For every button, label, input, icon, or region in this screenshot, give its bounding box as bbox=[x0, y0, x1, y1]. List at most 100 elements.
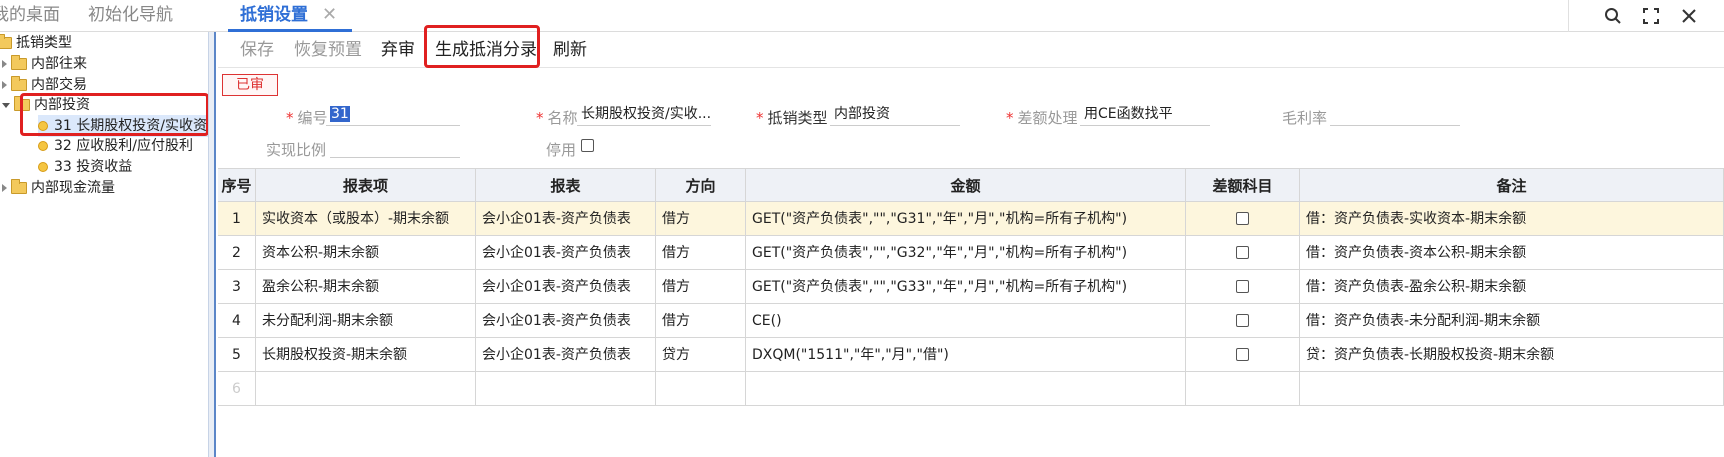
cell-direction[interactable] bbox=[656, 372, 746, 406]
table-row[interactable]: 3 盈余公积-期末余额 会小企01表-资产负债表 借方 GET("资产负债表","","… bbox=[218, 270, 1724, 304]
gross-margin-field[interactable] bbox=[1330, 104, 1460, 126]
expand-icon[interactable] bbox=[2, 81, 7, 89]
cell-report[interactable]: 会小企01表-资产负债表 bbox=[476, 338, 656, 372]
folder-open-icon bbox=[14, 96, 30, 111]
cell-note[interactable]: 借：资产负债表-实收资本-期末余额 bbox=[1300, 202, 1724, 236]
cell-item[interactable]: 盈余公积-期末余额 bbox=[256, 270, 476, 304]
diff-handling-field[interactable]: 用CE函数找平 bbox=[1080, 104, 1210, 126]
tab-close-icon[interactable]: ✕ bbox=[322, 0, 337, 32]
cell-report[interactable]: 会小企01表-资产负债表 bbox=[476, 270, 656, 304]
cell-direction[interactable]: 借方 bbox=[656, 304, 746, 338]
tree-root-label: 抵销类型 bbox=[16, 35, 72, 51]
cell-diff-account[interactable] bbox=[1186, 304, 1300, 338]
search-icon[interactable] bbox=[1598, 2, 1628, 30]
save-button[interactable]: 保存 bbox=[240, 32, 274, 68]
cell-amount[interactable]: GET("资产负债表","","G33","年","月","机构=所有子机构") bbox=[746, 270, 1186, 304]
cell-amount[interactable]: GET("资产负债表","","G31","年","月","机构=所有子机构") bbox=[746, 202, 1186, 236]
cell-report[interactable]: 会小企01表-资产负债表 bbox=[476, 304, 656, 338]
close-icon[interactable] bbox=[1674, 2, 1704, 30]
cell-report[interactable]: 会小企01表-资产负债表 bbox=[476, 236, 656, 270]
tree-item-label: 33 投资收益 bbox=[54, 159, 133, 175]
cell-no[interactable]: 1 bbox=[218, 202, 256, 236]
table-row[interactable]: 2 资本公积-期末余额 会小企01表-资产负债表 借方 GET("资产负债表","","… bbox=[218, 236, 1724, 270]
table-row[interactable]: 4 未分配利润-期末余额 会小企01表-资产负债表 借方 CE() 借：资产负债表-未分配… bbox=[218, 304, 1724, 338]
tree-root[interactable]: 抵销类型 bbox=[0, 32, 72, 54]
tab-offset-settings[interactable]: 抵销设置 bbox=[240, 0, 308, 32]
tree-item-internal-cashflow[interactable]: 内部现金流量 bbox=[2, 177, 115, 199]
table-row[interactable]: 1 实收资本（或股本）-期末余额 会小企01表-资产负债表 借方 GET("资产负债表"… bbox=[218, 202, 1724, 236]
diff-account-checkbox[interactable] bbox=[1236, 348, 1249, 361]
cell-item[interactable] bbox=[256, 372, 476, 406]
divider bbox=[1568, 0, 1569, 32]
restore-preset-button[interactable]: 恢复预置 bbox=[294, 32, 362, 68]
cell-no[interactable]: 6 bbox=[218, 372, 256, 406]
tab-my-desktop[interactable]: 我的桌面 bbox=[0, 0, 60, 32]
tree-item-internal-trade[interactable]: 内部交易 bbox=[2, 74, 87, 96]
cell-no[interactable]: 5 bbox=[218, 338, 256, 372]
cell-amount[interactable]: CE() bbox=[746, 304, 1186, 338]
cell-item[interactable]: 实收资本（或股本）-期末余额 bbox=[256, 202, 476, 236]
cell-amount[interactable]: DXQM("1511","年","月","借") bbox=[746, 338, 1186, 372]
table-row[interactable]: 5 长期股权投资-期末余额 会小企01表-资产负债表 贷方 DXQM("1511","年… bbox=[218, 338, 1724, 372]
cell-note[interactable]: 贷：资产负债表-长期股权投资-期末余额 bbox=[1300, 338, 1724, 372]
cell-diff-account[interactable] bbox=[1186, 236, 1300, 270]
disable-checkbox[interactable] bbox=[581, 139, 594, 152]
col-header-direction: 方向 bbox=[656, 168, 746, 202]
leaf-icon bbox=[38, 162, 48, 172]
cell-report[interactable] bbox=[476, 372, 656, 406]
diff-account-checkbox[interactable] bbox=[1236, 314, 1249, 327]
cell-note[interactable]: 借：资产负债表-盈余公积-期末余额 bbox=[1300, 270, 1724, 304]
code-field[interactable]: 31 bbox=[326, 104, 460, 126]
tree-item-31[interactable]: 31 长期股权投资/实收资 bbox=[38, 115, 211, 137]
cell-no[interactable]: 2 bbox=[218, 236, 256, 270]
tree-item-label: 31 长期股权投资/实收资 bbox=[54, 118, 207, 134]
cell-diff-account[interactable] bbox=[1186, 202, 1300, 236]
cell-diff-account[interactable] bbox=[1186, 338, 1300, 372]
expand-icon[interactable] bbox=[2, 60, 7, 68]
cell-amount[interactable] bbox=[746, 372, 1186, 406]
leaf-icon bbox=[38, 141, 48, 151]
maximize-icon[interactable] bbox=[1636, 2, 1666, 30]
name-field[interactable]: 长期股权投资/实收... bbox=[577, 104, 711, 126]
cell-amount[interactable]: GET("资产负债表","","G32","年","月","机构=所有子机构") bbox=[746, 236, 1186, 270]
refresh-button[interactable]: 刷新 bbox=[553, 32, 587, 68]
tree-item-32[interactable]: 32 应收股利/应付股利 bbox=[38, 135, 193, 157]
diff-account-checkbox[interactable] bbox=[1236, 212, 1249, 225]
realize-ratio-field[interactable] bbox=[330, 136, 460, 158]
diff-checkbox-wrap bbox=[1186, 270, 1299, 303]
diff-checkbox-wrap bbox=[1186, 338, 1299, 371]
offset-type-field[interactable]: 内部投资 bbox=[830, 104, 960, 126]
pane-splitter[interactable] bbox=[208, 32, 216, 457]
tree-item-internal-dealings[interactable]: 内部往来 bbox=[2, 53, 87, 75]
tab-init-nav[interactable]: 初始化导航 bbox=[88, 0, 173, 32]
generate-offset-entries-button[interactable]: 生成抵消分录 bbox=[435, 32, 537, 68]
cell-no[interactable]: 3 bbox=[218, 270, 256, 304]
cell-direction[interactable]: 贷方 bbox=[656, 338, 746, 372]
diff-account-checkbox[interactable] bbox=[1236, 280, 1249, 293]
table-row[interactable]: 6 bbox=[218, 372, 1724, 406]
cell-note[interactable] bbox=[1300, 372, 1724, 406]
unapprove-button[interactable]: 弃审 bbox=[381, 32, 415, 68]
tree-item-internal-investment[interactable]: 内部投资 bbox=[2, 94, 90, 116]
cell-note[interactable]: 借：资产负债表-资本公积-期末余额 bbox=[1300, 236, 1724, 270]
cell-note[interactable]: 借：资产负债表-未分配利润-期末余额 bbox=[1300, 304, 1724, 338]
cell-direction[interactable]: 借方 bbox=[656, 236, 746, 270]
folder-icon bbox=[11, 55, 27, 70]
tree-item-label: 内部投资 bbox=[34, 97, 90, 113]
cell-diff-account[interactable] bbox=[1186, 372, 1300, 406]
cell-item[interactable]: 长期股权投资-期末余额 bbox=[256, 338, 476, 372]
cell-direction[interactable]: 借方 bbox=[656, 270, 746, 304]
cell-item[interactable]: 资本公积-期末余额 bbox=[256, 236, 476, 270]
cell-direction[interactable]: 借方 bbox=[656, 202, 746, 236]
expand-icon[interactable] bbox=[2, 184, 7, 192]
diff-handling-label: * 差额处理 bbox=[1006, 109, 1078, 127]
cell-item[interactable]: 未分配利润-期末余额 bbox=[256, 304, 476, 338]
offset-type-tree: 抵销类型 内部往来 内部交易 内部投资 31 长期股权投资/实收资 32 应收股… bbox=[0, 32, 226, 457]
diff-checkbox-wrap bbox=[1186, 202, 1299, 235]
cell-report[interactable]: 会小企01表-资产负债表 bbox=[476, 202, 656, 236]
cell-no[interactable]: 4 bbox=[218, 304, 256, 338]
cell-diff-account[interactable] bbox=[1186, 270, 1300, 304]
tree-item-33[interactable]: 33 投资收益 bbox=[38, 156, 132, 178]
diff-account-checkbox[interactable] bbox=[1236, 246, 1249, 259]
collapse-icon[interactable] bbox=[2, 102, 10, 108]
